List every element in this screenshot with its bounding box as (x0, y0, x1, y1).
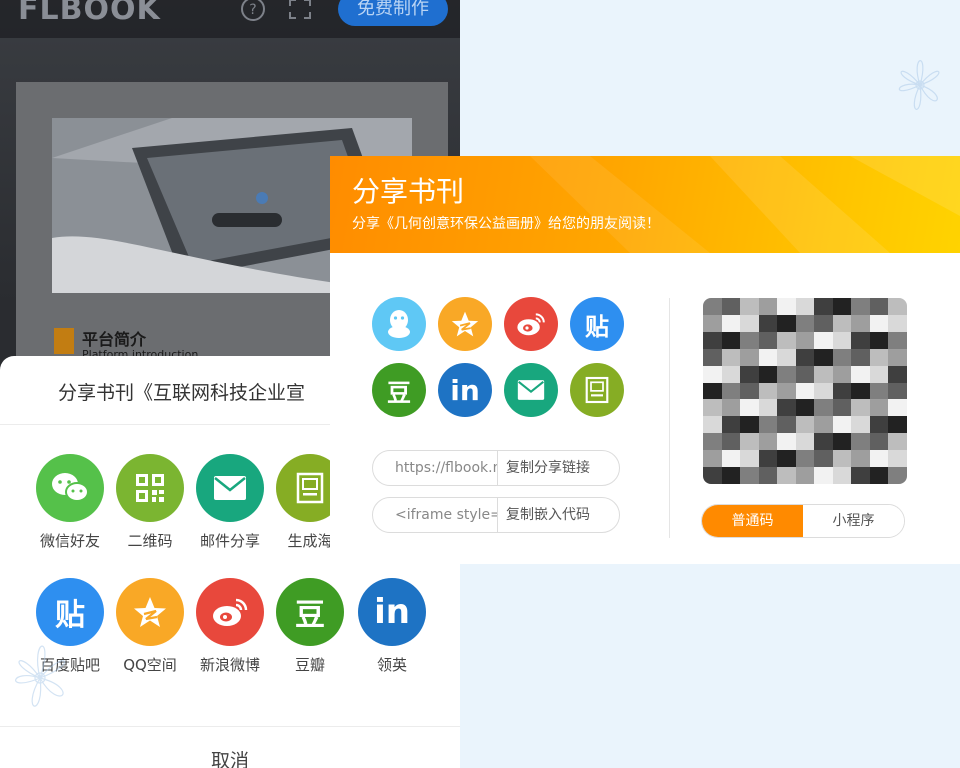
dialog-header: 分享书刊 分享《几何创意环保公益画册》给您的朋友阅读！ (330, 156, 960, 253)
qr-code-image (703, 298, 907, 484)
code-type-tabs: 普通码 小程序 (701, 504, 905, 538)
douban-icon[interactable]: 豆 (372, 363, 426, 417)
flower-decoration-bottom-left (15, 645, 66, 707)
tab-mini-program[interactable]: 小程序 (803, 505, 904, 537)
share-label: 领英 (376, 656, 407, 674)
tieba-icon[interactable]: 贴 (570, 297, 624, 351)
intro-marker (54, 328, 74, 354)
dialog-subtitle: 分享《几何创意环保公益画册》给您的朋友阅读！ (352, 216, 660, 232)
qzone-icon[interactable] (438, 297, 492, 351)
wechat-icon (36, 454, 104, 522)
share-qrcode[interactable]: 二维码 (110, 454, 190, 551)
svg-text:?: ? (249, 2, 256, 18)
share-mail[interactable]: 邮件分享 (190, 454, 270, 551)
embed-code-input[interactable] (373, 498, 497, 532)
help-icon[interactable]: ? (240, 0, 266, 22)
intro-title: 平台简介 (82, 330, 147, 349)
vertical-divider (669, 298, 670, 538)
mail-icon[interactable] (504, 363, 558, 417)
douban-icon: 豆 (276, 578, 344, 646)
flbook-logo: FLBOOK (18, 0, 161, 27)
flower-decoration-top-right (898, 60, 940, 110)
share-linkedin[interactable]: in 领英 (352, 578, 432, 675)
share-label: 微信好友 (39, 532, 100, 550)
linkedin-icon[interactable]: in (438, 363, 492, 417)
mail-icon (196, 454, 264, 522)
share-label: 二维码 (127, 532, 173, 550)
cancel-button[interactable]: 取消 (0, 746, 460, 768)
share-label: 邮件分享 (199, 532, 260, 550)
share-qzone[interactable]: QQ空间 (110, 578, 190, 675)
share-dialog: 分享书刊 分享《几何创意环保公益画册》给您的朋友阅读！ 贴 豆 in 复制分享链… (330, 156, 960, 564)
linkedin-icon: in (358, 578, 426, 646)
share-label: QQ空间 (123, 656, 177, 674)
share-label: 豆瓣 (294, 656, 325, 674)
qq-icon[interactable] (372, 297, 426, 351)
copy-embed-code-button[interactable]: 复制嵌入代码 (497, 498, 619, 532)
weibo-icon (196, 578, 264, 646)
tab-normal-code[interactable]: 普通码 (702, 505, 803, 537)
weibo-icon[interactable] (504, 297, 558, 351)
share-label: 新浪微博 (199, 656, 260, 674)
qzone-icon (116, 578, 184, 646)
share-link-input[interactable] (373, 451, 497, 485)
share-wechat[interactable]: 微信好友 (30, 454, 110, 551)
poster-icon[interactable] (570, 363, 624, 417)
phone-header: FLBOOK ? 免费制作 (0, 0, 460, 38)
share-weibo[interactable]: 新浪微博 (190, 578, 270, 675)
share-link-row: 复制分享链接 (372, 450, 620, 486)
dialog-title: 分享书刊 (352, 175, 465, 208)
qrcode-icon (116, 454, 184, 522)
copy-share-link-button[interactable]: 复制分享链接 (497, 451, 619, 485)
share-sheet-title: 分享书刊《互联网科技企业宣 (58, 382, 306, 404)
fullscreen-icon[interactable] (288, 0, 312, 20)
free-make-button[interactable]: 免费制作 (338, 0, 448, 26)
embed-code-row: 复制嵌入代码 (372, 497, 620, 533)
share-douban[interactable]: 豆 豆瓣 (270, 578, 350, 675)
